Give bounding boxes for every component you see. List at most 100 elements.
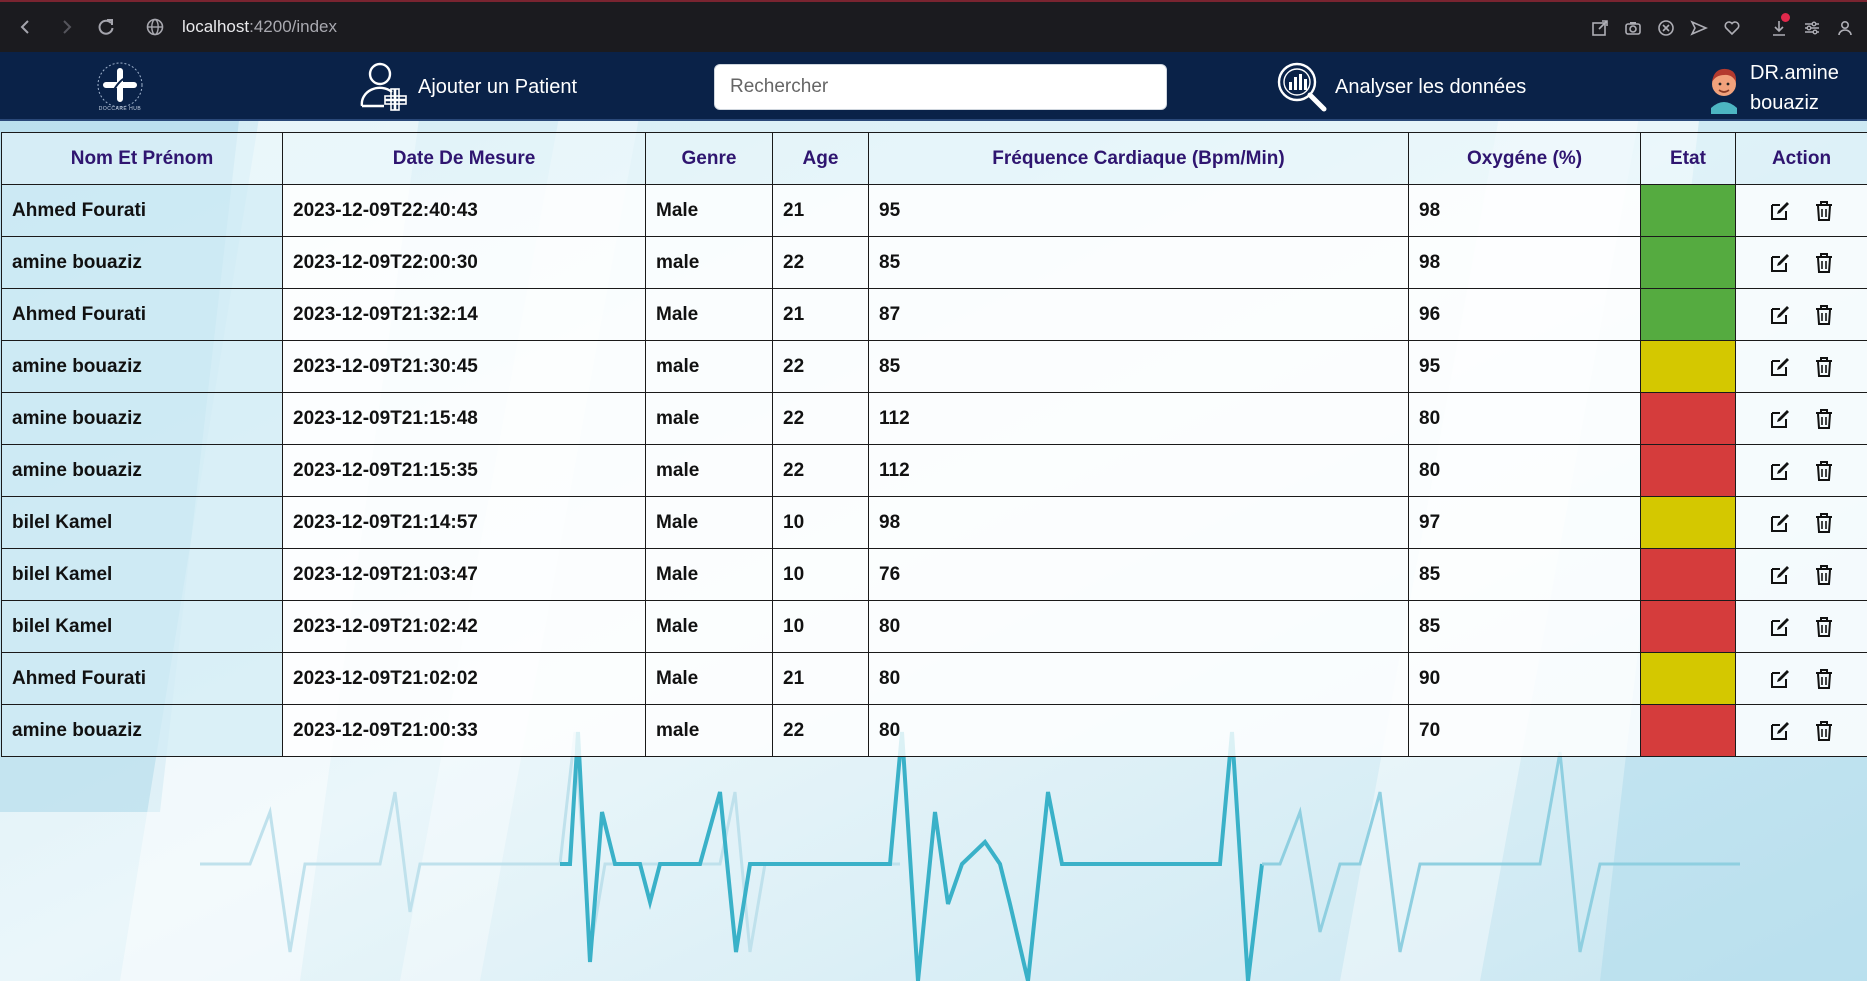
age-cell: 21 [772,652,869,705]
doccare-logo[interactable]: DOCCARE HUB [90,58,150,116]
browser-tools [1587,10,1857,46]
trash-icon[interactable] [1811,666,1837,692]
doctor-profile[interactable]: DR.amine bouaziz [1706,58,1839,118]
heart-icon[interactable] [1719,10,1744,46]
column-header-oxygen: Oxygéne (%) [1408,132,1641,185]
gender-cell: male [645,704,773,757]
camera-icon[interactable] [1620,10,1645,46]
column-header-genre: Genre [645,132,773,185]
patient-name-cell: amine bouaziz [1,236,283,289]
edit-icon[interactable] [1767,302,1793,328]
measure-date-cell: 2023-12-09T21:03:47 [282,548,646,601]
age-cell: 21 [772,184,869,237]
patient-name-cell: amine bouaziz [1,340,283,393]
edit-icon[interactable] [1767,406,1793,432]
heart-rate-cell: 80 [868,652,1409,705]
action-cell [1735,548,1867,601]
action-cell [1735,652,1867,705]
add-patient-label: Ajouter un Patient [418,75,577,98]
age-cell: 22 [772,444,869,497]
state-indicator [1640,444,1736,497]
heart-rate-cell: 112 [868,444,1409,497]
analyze-data-button[interactable]: Analyser les données [1275,60,1526,114]
oxygen-cell: 98 [1408,184,1641,237]
add-patient-button[interactable]: Ajouter un Patient [358,60,577,114]
trash-icon[interactable] [1811,718,1837,744]
state-indicator [1640,340,1736,393]
measure-date-cell: 2023-12-09T21:14:57 [282,496,646,549]
analyze-label: Analyser les données [1335,75,1527,98]
edit-icon[interactable] [1767,354,1793,380]
column-header-name: Nom Et Prénom [1,132,283,185]
column-header-age: Age [772,132,869,185]
trash-icon[interactable] [1811,562,1837,588]
avatar [1711,68,1737,114]
table-row[interactable]: Ahmed Fourati 2023-12-09T21:32:14 Male 21 87… [1,288,1867,341]
gender-cell: Male [645,496,773,549]
trash-icon[interactable] [1811,354,1837,380]
edit-icon[interactable] [1767,458,1793,484]
forward-icon[interactable] [48,9,84,45]
edit-icon[interactable] [1767,562,1793,588]
table-row[interactable]: Ahmed Fourati 2023-12-09T21:02:02 Male 21 80… [1,652,1867,705]
heart-rate-cell: 80 [868,704,1409,757]
trash-icon[interactable] [1811,458,1837,484]
table-row[interactable]: amine bouaziz 2023-12-09T21:30:45 male 22 85… [1,340,1867,393]
reload-icon[interactable] [88,9,124,45]
send-icon[interactable] [1686,10,1711,46]
close-circle-icon[interactable] [1653,10,1678,46]
action-cell [1735,184,1867,237]
edit-icon[interactable] [1767,666,1793,692]
patient-name-cell: bilel Kamel [1,600,283,653]
trash-icon[interactable] [1811,614,1837,640]
gender-cell: male [645,340,773,393]
oxygen-cell: 96 [1408,288,1641,341]
edit-icon[interactable] [1767,614,1793,640]
table-row[interactable]: amine bouaziz 2023-12-09T21:15:48 male 22 11… [1,392,1867,445]
profile-icon[interactable] [1832,10,1857,46]
measure-date-cell: 2023-12-09T22:00:30 [282,236,646,289]
settings-sliders-icon[interactable] [1799,10,1824,46]
age-cell: 21 [772,288,869,341]
table-header-row: Nom Et Prénom Date De Mesure Genre Age Fréqu… [1,132,1867,185]
patient-name-cell: amine bouaziz [1,392,283,445]
trash-icon[interactable] [1811,406,1837,432]
heart-rate-cell: 87 [868,288,1409,341]
edit-icon[interactable] [1767,198,1793,224]
measure-date-cell: 2023-12-09T21:02:42 [282,600,646,653]
measure-date-cell: 2023-12-09T21:15:35 [282,444,646,497]
back-icon[interactable] [8,9,44,45]
analytics-search-icon [1277,62,1327,112]
measurements-table-wrap: Nom Et Prénom Date De Mesure Genre Age Fréqu… [1,132,1867,757]
edit-icon[interactable] [1767,250,1793,276]
table-row[interactable]: amine bouaziz 2023-12-09T21:00:33 male 22 80… [1,704,1867,757]
age-cell: 10 [772,600,869,653]
app-header: DOCCARE HUB Ajouter un Patient Analyser … [0,52,1867,121]
table-row[interactable]: amine bouaziz 2023-12-09T21:15:35 male 22 11… [1,444,1867,497]
address-bar[interactable]: localhost:4200/index [144,9,337,45]
table-row[interactable]: bilel Kamel 2023-12-09T21:14:57 Male 10 98 97 [1,496,1867,549]
trash-icon[interactable] [1811,510,1837,536]
table-row[interactable]: Ahmed Fourati 2023-12-09T22:40:43 Male 21 95… [1,184,1867,237]
heart-rate-cell: 98 [868,496,1409,549]
edit-icon[interactable] [1767,510,1793,536]
share-icon[interactable] [1587,10,1612,46]
patient-name-cell: amine bouaziz [1,704,283,757]
age-cell: 22 [772,236,869,289]
edit-icon[interactable] [1767,718,1793,744]
trash-icon[interactable] [1811,250,1837,276]
trash-icon[interactable] [1811,198,1837,224]
action-cell [1735,340,1867,393]
trash-icon[interactable] [1811,302,1837,328]
measurements-table: Nom Et Prénom Date De Mesure Genre Age Fréqu… [1,132,1867,757]
patient-name-cell: Ahmed Fourati [1,652,283,705]
action-cell [1735,496,1867,549]
column-header-action: Action [1735,132,1867,185]
download-icon[interactable] [1766,10,1791,46]
patient-name-cell: Ahmed Fourati [1,288,283,341]
table-row[interactable]: bilel Kamel 2023-12-09T21:02:42 Male 10 80 85 [1,600,1867,653]
table-row[interactable]: bilel Kamel 2023-12-09T21:03:47 Male 10 76 85 [1,548,1867,601]
table-row[interactable]: amine bouaziz 2023-12-09T22:00:30 male 22 85… [1,236,1867,289]
search-input[interactable] [714,64,1167,110]
column-header-date: Date De Mesure [282,132,646,185]
